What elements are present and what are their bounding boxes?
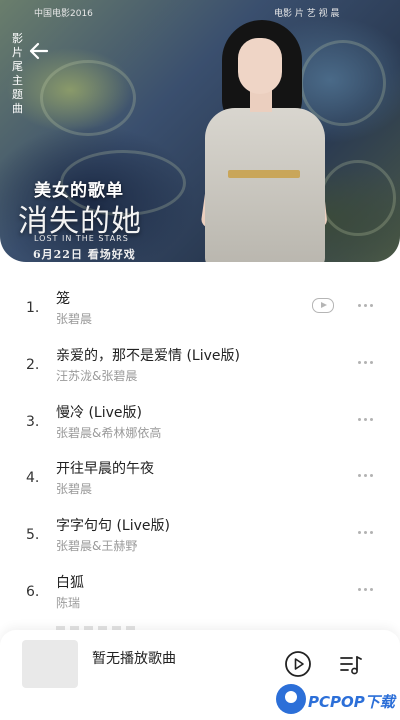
song-title: 字字句句 (Live版) [56, 518, 170, 534]
play-button[interactable] [284, 650, 312, 678]
watermark-logo-icon [276, 684, 306, 714]
album-art-placeholder[interactable] [22, 640, 78, 688]
painting-swirl [320, 160, 396, 236]
arrow-left-icon [29, 42, 49, 60]
more-dots-icon[interactable] [356, 470, 376, 480]
now-playing-text: 暂无播放歌曲 [92, 651, 176, 667]
song-index: 6. [26, 584, 40, 600]
more-dots-icon[interactable] [356, 414, 376, 424]
song-artist: 张碧晨&希林娜依高 [56, 426, 162, 440]
playlist-queue-button[interactable] [338, 652, 364, 678]
song-index: 5. [26, 527, 40, 543]
song-title: 亲爱的，那不是爱情 (Live版) [56, 348, 240, 364]
song-index: 1. [26, 300, 40, 316]
song-artist: 张碧晨&王赫野 [56, 539, 138, 553]
song-artist: 陈瑞 [56, 596, 81, 610]
watermark-text: PCPOP下载 [308, 693, 395, 711]
poster-side-text: 影片尾主题曲 [12, 32, 23, 115]
song-title: 开往早晨的午夜 [56, 461, 154, 477]
song-title: 慢冷 (Live版) [56, 405, 142, 421]
site-watermark: PCPOP下载 [276, 684, 400, 716]
more-dots-icon[interactable] [356, 300, 376, 310]
more-dots-icon[interactable] [356, 527, 376, 537]
painting-swirl [40, 60, 136, 136]
song-row[interactable]: 1. 笼 张碧晨 [0, 282, 400, 338]
song-artist: 张碧晨 [56, 312, 93, 326]
song-index: 3. [26, 414, 40, 430]
poster-top-text: 中国电影2016 [34, 9, 93, 19]
back-button[interactable] [26, 38, 52, 64]
playlist-music-icon [340, 656, 362, 675]
song-row[interactable]: 3. 慢冷 (Live版) 张碧晨&希林娜依高 [0, 396, 400, 452]
song-title: 笼 [56, 291, 70, 307]
song-artist: 汪苏泷&张碧晨 [56, 369, 138, 383]
play-circle-icon [285, 651, 311, 677]
song-title: 白狐 [56, 575, 84, 591]
song-row[interactable]: 6. 白狐 陈瑞 [0, 566, 400, 622]
mv-play-icon[interactable] [312, 298, 334, 313]
poster-english-title: LOST IN THE STARS [34, 234, 129, 243]
song-row[interactable]: 2. 亲爱的，那不是爱情 (Live版) 汪苏泷&张碧晨 [0, 339, 400, 395]
song-index: 4. [26, 470, 40, 486]
song-row[interactable]: 5. 字字句句 (Live版) 张碧晨&王赫野 [0, 509, 400, 565]
poster-release-date: 6月22日 看场好戏 [33, 248, 136, 261]
playlist-header-banner: 中国电影2016 电影 片 艺 视 晨 影片尾主题曲 美女的歌单 消失的她 LO… [0, 0, 400, 262]
more-dots-icon[interactable] [356, 357, 376, 367]
more-dots-icon[interactable] [356, 584, 376, 594]
song-row[interactable]: 4. 开往早晨的午夜 张碧晨 [0, 452, 400, 508]
song-index: 2. [26, 357, 40, 373]
poster-top-right-text: 电影 片 艺 视 晨 [274, 9, 340, 19]
song-artist: 张碧晨 [56, 482, 93, 496]
